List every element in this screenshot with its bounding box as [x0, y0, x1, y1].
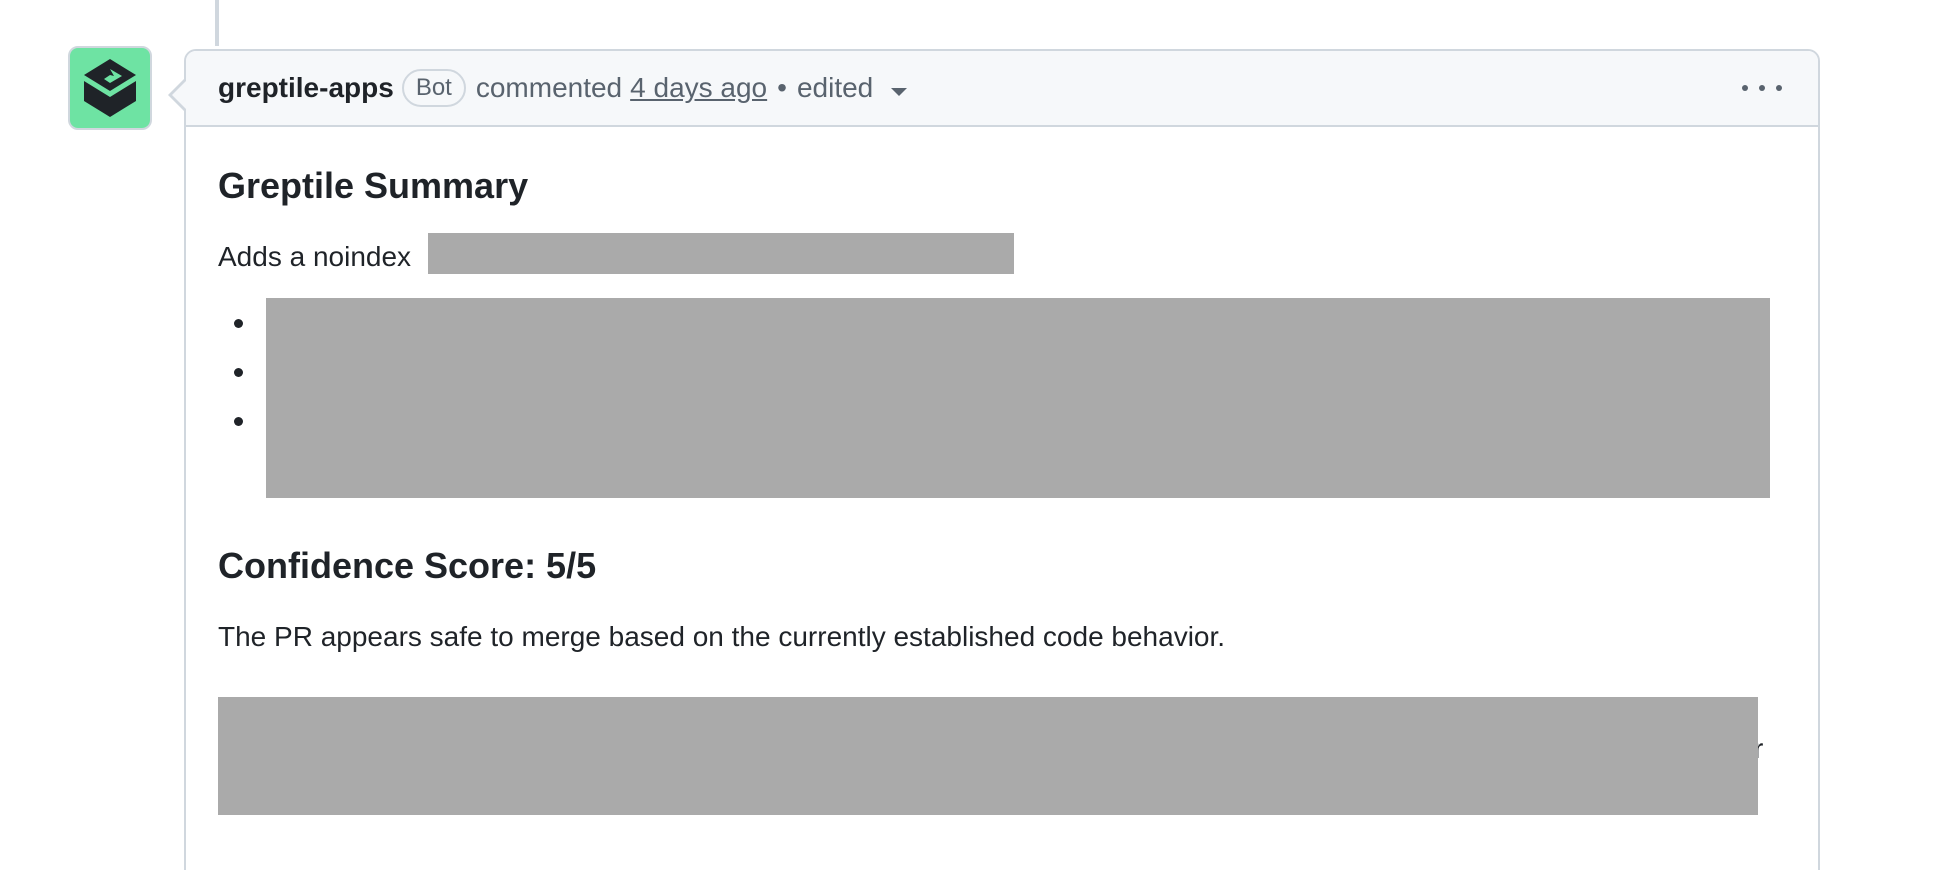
- confidence-heading: Confidence Score: 5/5: [218, 545, 597, 586]
- list-item: [234, 397, 243, 446]
- comment-header: greptile-apps Bot commented 4 days ago •…: [186, 51, 1818, 127]
- list-item: [234, 299, 243, 348]
- timestamp-link[interactable]: 4 days ago: [630, 72, 767, 104]
- author-link[interactable]: greptile-apps: [218, 72, 394, 104]
- bullet-marker: [234, 319, 243, 328]
- pr-comment-thread: greptile-apps Bot commented 4 days ago •…: [0, 0, 1948, 870]
- redacted-block: [218, 697, 1758, 815]
- kebab-dot: [1776, 85, 1782, 91]
- confidence-text: The PR appears safe to merge based on th…: [218, 621, 1226, 652]
- kebab-dot: [1759, 85, 1765, 91]
- more-options-icon[interactable]: [1742, 73, 1782, 103]
- bullet-marker: [234, 368, 243, 377]
- bullet-marker: [234, 417, 243, 426]
- list-item: [234, 348, 243, 397]
- edited-label[interactable]: edited: [797, 72, 873, 104]
- redacted-block: [428, 233, 1014, 274]
- comment-action: commented: [475, 72, 623, 103]
- redacted-block: [266, 298, 1770, 498]
- kebab-dot: [1742, 85, 1748, 91]
- separator-dot: •: [777, 72, 787, 103]
- avatar[interactable]: [68, 46, 152, 130]
- chevron-down-icon[interactable]: [891, 88, 908, 96]
- timeline-line: [215, 0, 219, 46]
- greptile-logo-icon: [84, 59, 136, 117]
- comment-card: greptile-apps Bot commented 4 days ago •…: [168, 49, 1820, 870]
- bot-badge: Bot: [401, 69, 466, 107]
- summary-intro-text: Adds a noindex: [218, 241, 412, 272]
- summary-heading: Greptile Summary: [218, 165, 529, 206]
- summary-bullet-list: [234, 299, 243, 446]
